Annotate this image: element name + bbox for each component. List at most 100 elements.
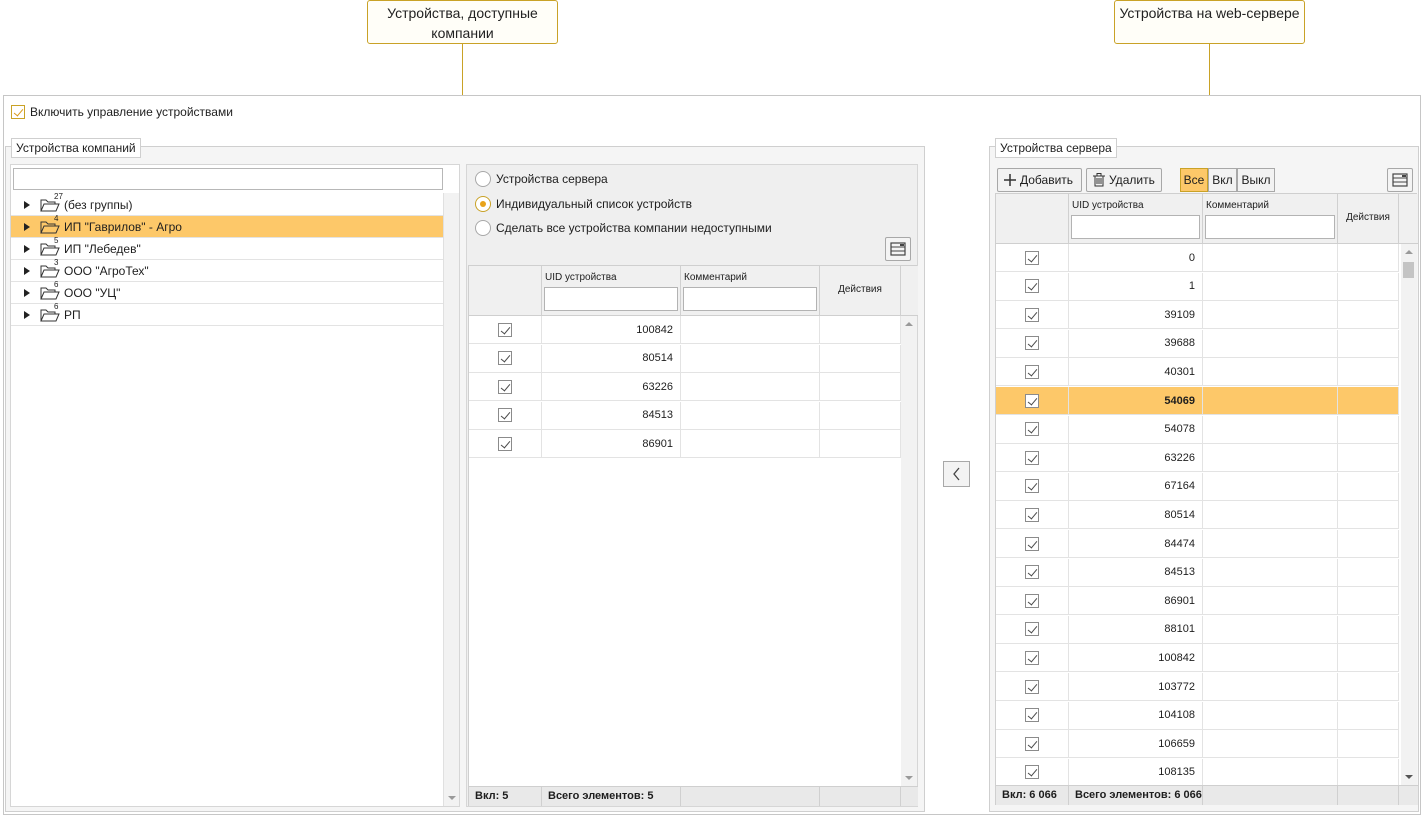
row-actions[interactable] [1338, 358, 1399, 386]
tree-item[interactable]: 27 (без группы) [11, 192, 443, 216]
row-comment[interactable] [1203, 644, 1338, 672]
row-comment[interactable] [1203, 558, 1338, 586]
row-checkbox[interactable] [1025, 622, 1039, 637]
row-checkbox[interactable] [1025, 650, 1039, 665]
table-row[interactable]: 100842 [996, 644, 1399, 673]
row-actions[interactable] [1338, 329, 1399, 357]
row-checkbox[interactable] [1025, 736, 1039, 751]
row-comment[interactable] [1203, 530, 1338, 557]
row-comment[interactable] [1203, 301, 1338, 329]
mode-radio-1[interactable] [475, 196, 491, 212]
table-row[interactable]: 84513 [996, 558, 1399, 587]
row-comment[interactable] [1203, 587, 1338, 615]
row-checkbox[interactable] [1025, 479, 1039, 494]
table-row[interactable]: 100842 [469, 316, 901, 344]
srv-comment-filter-input[interactable] [1205, 215, 1335, 239]
table-row[interactable]: 54069 [996, 387, 1399, 415]
row-comment[interactable] [1203, 472, 1338, 500]
mode-option-individual[interactable]: Индивидуальный список устройств [475, 196, 692, 212]
row-actions[interactable] [1338, 444, 1399, 472]
table-row[interactable]: 40301 [996, 358, 1399, 387]
row-actions[interactable] [1338, 701, 1399, 729]
mode-option-server[interactable]: Устройства сервера [475, 171, 608, 187]
row-comment[interactable] [681, 401, 820, 429]
expand-arrow-icon[interactable] [24, 222, 30, 231]
expand-arrow-icon[interactable] [24, 244, 30, 253]
row-actions[interactable] [820, 430, 901, 457]
row-checkbox[interactable] [1025, 708, 1039, 723]
row-actions[interactable] [1338, 558, 1399, 586]
row-checkbox[interactable] [1025, 250, 1039, 265]
move-left-button[interactable] [943, 461, 970, 487]
row-checkbox[interactable] [1025, 307, 1039, 322]
expand-arrow-icon[interactable] [24, 200, 30, 209]
row-checkbox[interactable] [1025, 393, 1039, 408]
mode-radio-2[interactable] [475, 220, 491, 236]
table-row[interactable]: 80514 [996, 501, 1399, 530]
table-row[interactable]: 84474 [996, 530, 1399, 558]
table-row[interactable]: 1 [996, 272, 1399, 301]
expand-arrow-icon[interactable] [24, 288, 30, 297]
comment-filter-input[interactable] [683, 287, 817, 311]
enable-checkbox[interactable] [11, 105, 25, 119]
row-comment[interactable] [1203, 272, 1338, 300]
row-checkbox[interactable] [498, 322, 512, 337]
row-actions[interactable] [1338, 472, 1399, 500]
filter-all-button[interactable]: Все [1180, 168, 1208, 192]
scroll-down-icon[interactable] [905, 776, 913, 780]
row-checkbox[interactable] [1025, 422, 1039, 437]
row-comment[interactable] [1203, 701, 1338, 729]
mode-option-none[interactable]: Сделать все устройства компании недоступ… [475, 220, 772, 236]
scroll-up-icon[interactable] [905, 322, 913, 326]
row-actions[interactable] [1338, 244, 1399, 271]
table-row[interactable]: 54078 [996, 415, 1399, 444]
enable-device-management[interactable]: Включить управление устройствами [11, 105, 233, 119]
row-actions[interactable] [1338, 587, 1399, 615]
table-row[interactable]: 84513 [469, 401, 901, 430]
add-button[interactable]: Добавить [997, 168, 1082, 192]
srv-scroll-down-icon[interactable] [1405, 775, 1413, 779]
mode-radio-0[interactable] [475, 171, 491, 187]
srv-col-comment-header[interactable]: Комментарий [1203, 194, 1338, 244]
row-checkbox[interactable] [498, 379, 512, 394]
expand-arrow-icon[interactable] [24, 310, 30, 319]
table-row[interactable]: 108135 [996, 758, 1399, 787]
server-column-chooser-button[interactable] [1387, 168, 1413, 192]
row-checkbox[interactable] [1025, 765, 1039, 780]
row-actions[interactable] [1338, 530, 1399, 557]
row-actions[interactable] [820, 316, 901, 343]
tree-item[interactable]: 6 РП [11, 302, 443, 326]
filter-on-button[interactable]: Вкл [1208, 168, 1237, 192]
row-comment[interactable] [1203, 444, 1338, 472]
table-row[interactable]: 39109 [996, 301, 1399, 330]
tree-item[interactable]: 5 ИП "Лебедев" [11, 236, 443, 260]
row-comment[interactable] [1203, 673, 1338, 700]
row-actions[interactable] [1338, 758, 1399, 786]
table-row[interactable]: 104108 [996, 701, 1399, 730]
table-row[interactable]: 88101 [996, 615, 1399, 644]
row-checkbox[interactable] [1025, 536, 1039, 551]
row-comment[interactable] [1203, 244, 1338, 271]
row-checkbox[interactable] [498, 436, 512, 451]
col-comment-header[interactable]: Комментарий [681, 266, 820, 316]
row-actions[interactable] [820, 401, 901, 429]
row-comment[interactable] [681, 430, 820, 457]
tree-scrollbar[interactable] [443, 193, 459, 806]
table-row[interactable]: 63226 [469, 373, 901, 401]
tree-item[interactable]: 4 ИП "Гаврилов" - Агро [11, 214, 443, 238]
row-checkbox[interactable] [1025, 364, 1039, 379]
tree-item[interactable]: 3 ООО "АгроТех" [11, 258, 443, 282]
row-comment[interactable] [681, 316, 820, 343]
uid-filter-input[interactable] [544, 287, 678, 311]
table-row[interactable]: 63226 [996, 444, 1399, 473]
row-comment[interactable] [1203, 615, 1338, 643]
tree-item[interactable]: 6 ООО "УЦ" [11, 280, 443, 304]
server-grid-scrollbar[interactable] [1401, 244, 1417, 785]
srv-scroll-thumb[interactable] [1403, 262, 1414, 278]
table-row[interactable]: 103772 [996, 673, 1399, 701]
row-actions[interactable] [1338, 615, 1399, 643]
table-row[interactable]: 39688 [996, 329, 1399, 358]
table-row[interactable]: 80514 [469, 344, 901, 373]
row-actions[interactable] [1338, 415, 1399, 443]
tree-search-input[interactable] [13, 168, 443, 190]
